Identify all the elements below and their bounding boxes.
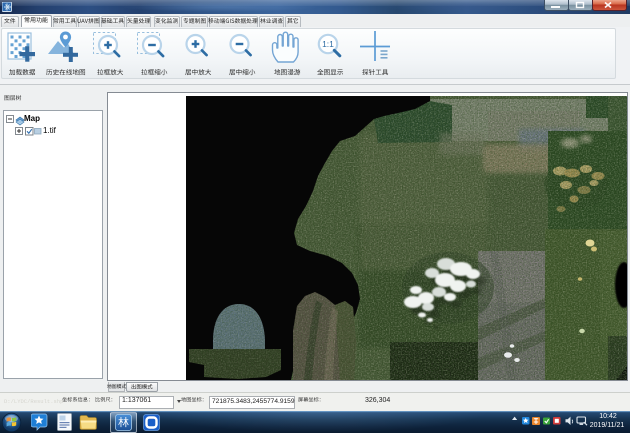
svg-text:1:1: 1:1 [322, 39, 334, 49]
